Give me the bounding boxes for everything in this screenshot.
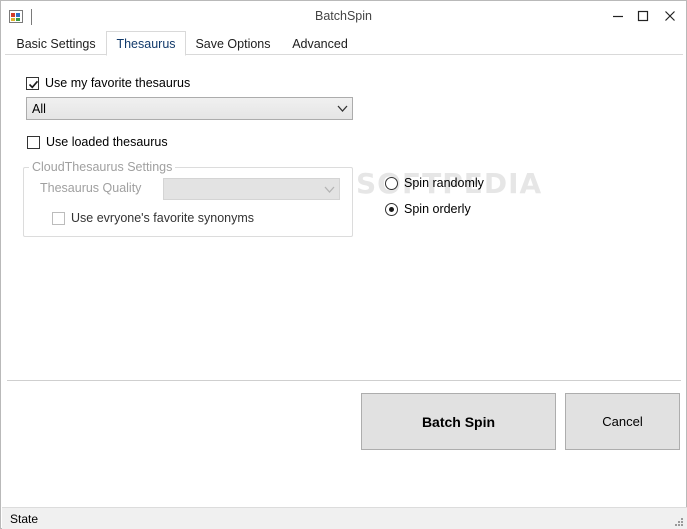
maximize-icon — [637, 10, 649, 22]
cancel-button[interactable]: Cancel — [565, 393, 680, 450]
use-favorite-thesaurus-checkbox[interactable] — [26, 77, 39, 90]
status-bar: State — [2, 507, 687, 529]
spin-randomly-label[interactable]: Spin randomly — [404, 176, 484, 190]
spin-randomly-radio[interactable] — [385, 177, 398, 190]
main-window: BatchSpin Basic Settings Thesaurus Save … — [0, 0, 687, 529]
window-title: BatchSpin — [315, 9, 372, 23]
use-loaded-thesaurus-label[interactable]: Use loaded thesaurus — [46, 135, 168, 149]
everyone-synonyms-checkbox[interactable] — [52, 212, 65, 225]
minimize-button[interactable] — [604, 5, 632, 27]
batch-spin-button[interactable]: Batch Spin — [361, 393, 556, 450]
thesaurus-quality-label: Thesaurus Quality — [40, 181, 142, 195]
thesaurus-quality-select[interactable] — [163, 178, 340, 200]
tab-advanced[interactable]: Advanced — [283, 32, 357, 55]
use-favorite-thesaurus-label[interactable]: Use my favorite thesaurus — [45, 76, 190, 90]
favorite-thesaurus-value: All — [32, 102, 46, 116]
title-bar: BatchSpin — [1, 1, 686, 31]
use-loaded-thesaurus-checkbox[interactable] — [27, 136, 40, 149]
chevron-down-icon — [324, 186, 335, 193]
spin-orderly-radio[interactable] — [385, 203, 398, 216]
tab-basic-settings[interactable]: Basic Settings — [9, 32, 103, 55]
tab-thesaurus[interactable]: Thesaurus — [106, 31, 186, 56]
content-separator — [7, 380, 681, 381]
everyone-synonyms-label[interactable]: Use evryone's favorite synonyms — [71, 211, 254, 225]
close-button[interactable] — [656, 5, 684, 27]
tab-save-options[interactable]: Save Options — [189, 32, 277, 55]
favorite-thesaurus-select[interactable]: All — [26, 97, 353, 120]
chevron-down-icon — [337, 105, 348, 112]
minimize-icon — [613, 15, 623, 18]
spin-orderly-label[interactable]: Spin orderly — [404, 202, 471, 216]
cloud-thesaurus-group-title: CloudThesaurus Settings — [29, 160, 176, 174]
status-text: State — [10, 512, 39, 526]
resize-grip-icon[interactable] — [673, 516, 683, 526]
maximize-button[interactable] — [629, 5, 657, 27]
close-icon — [665, 11, 675, 21]
checkmark-icon — [28, 80, 39, 89]
radio-selected-dot — [389, 207, 394, 212]
